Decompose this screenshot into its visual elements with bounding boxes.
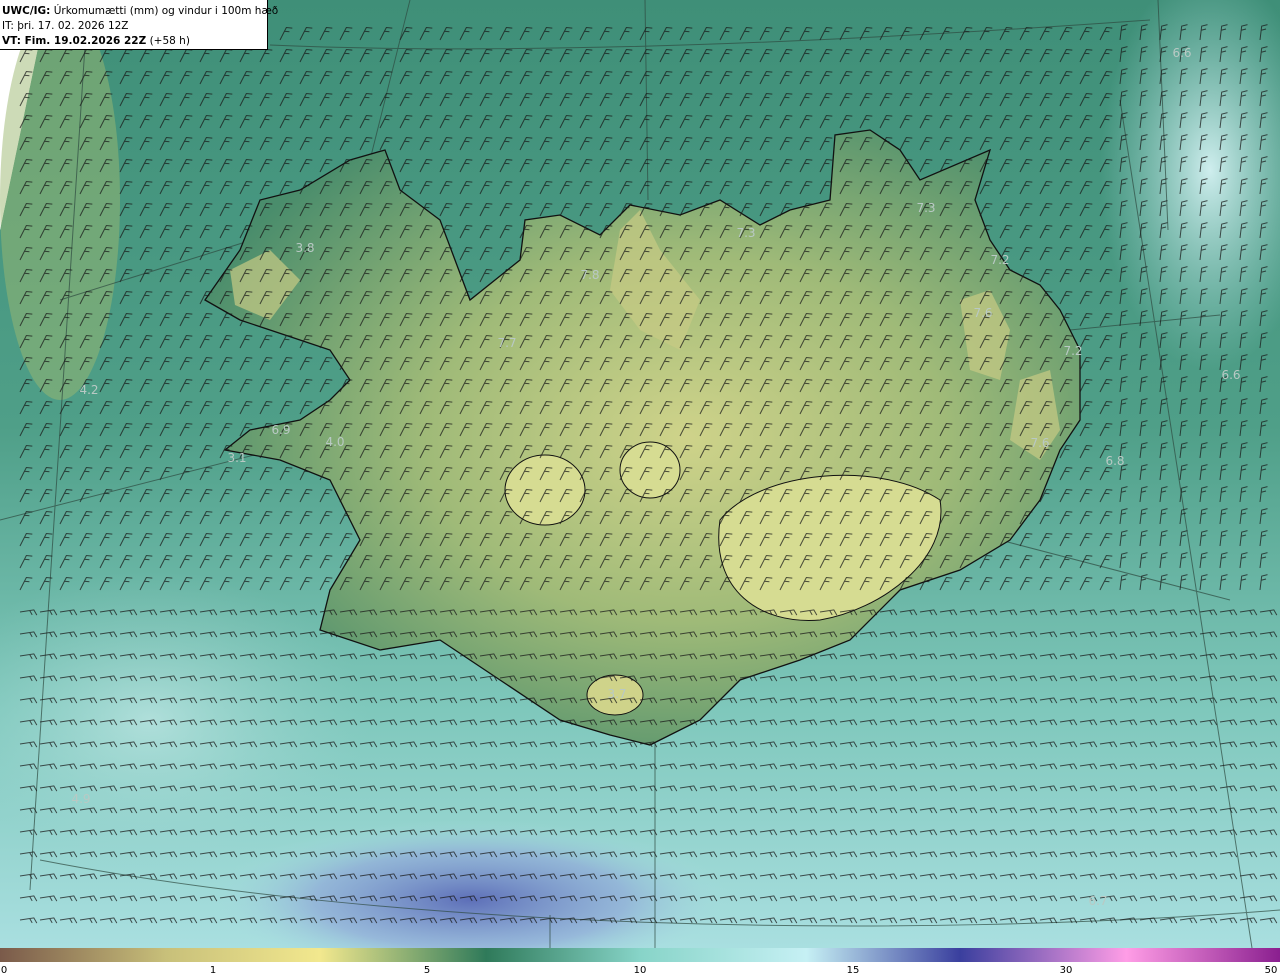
colorbar-tick: 50: [1264, 965, 1278, 976]
map-value-label: 3.8: [295, 241, 315, 255]
map-value-label: 3.1: [227, 451, 247, 465]
valid-time: VT: Fim. 19.02.2026 22Z (+58 h): [2, 35, 190, 47]
map-value-label: 6.8: [1105, 454, 1125, 468]
map-value-label: 4.2: [79, 383, 99, 397]
map-info-box: UWC/IG: Úrkomumætti (mm) og vindur i 100…: [0, 0, 279, 50]
map-value-label: 6.6: [1172, 46, 1192, 60]
initial-time: IT: þri. 17. 02. 2026 12Z: [2, 20, 129, 32]
colorbar-tick: 1: [209, 965, 217, 976]
map-value-label: 4.0: [325, 435, 345, 449]
colorbar-tick: 10: [633, 965, 647, 976]
colorbar: 0 1 5 10 15 30 50: [0, 948, 1280, 978]
colorbar-tick: 30: [1059, 965, 1073, 976]
map-value-label: 4.9: [71, 792, 91, 806]
map-value-label: 3.7: [607, 687, 627, 701]
map-title: UWC/IG: Úrkomumætti (mm) og vindur i 100…: [2, 5, 279, 17]
map-value-label: 6.9: [271, 423, 291, 437]
map-value-label: 7.2: [1063, 344, 1083, 358]
map-value-label: 7.2: [990, 253, 1010, 267]
map-value-label: 6.6: [1221, 368, 1241, 382]
map-value-label: 7.3: [916, 201, 936, 215]
colorbar-tick: 15: [846, 965, 860, 976]
weather-map: [0, 0, 1280, 948]
colorbar-ramp: [0, 948, 1280, 962]
colorbar-tick: 5: [423, 965, 431, 976]
map-value-label: 6.7: [1088, 894, 1108, 908]
map-value-label: 7.3: [736, 226, 756, 240]
map-value-label: 7.7: [497, 336, 517, 350]
colorbar-tick: 0: [0, 965, 8, 976]
map-value-label: 7.6: [1030, 436, 1050, 450]
map-value-label: 7.8: [580, 268, 600, 282]
map-value-label: 7.6: [973, 306, 993, 320]
